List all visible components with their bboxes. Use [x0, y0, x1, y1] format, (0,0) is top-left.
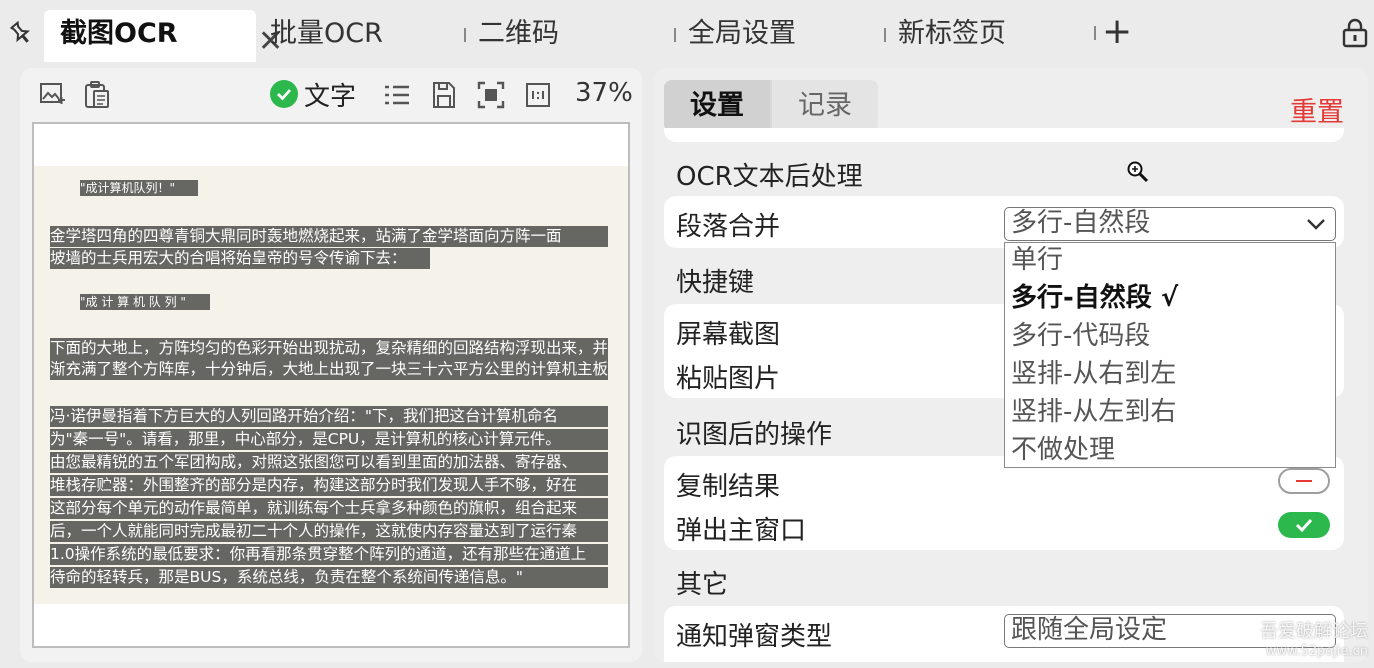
watermark: 吾爱破解论坛 www.52pojie.cn [1260, 622, 1368, 662]
tab-new-tab[interactable]: 新标签页 [884, 10, 1006, 62]
list-icon[interactable] [382, 80, 412, 110]
ocr-text-block[interactable]: 由您最精锐的五个军团构成，对照这张图您可以看到里面的加法器、寄存器、 [50, 452, 608, 473]
watermark-url: www.52pojie.cn [1265, 644, 1368, 659]
tab-screenshot-ocr[interactable]: 截图OCR ✕ [44, 10, 283, 62]
copy-result-label: 复制结果 [676, 472, 781, 502]
section-title: 快捷键 [676, 268, 755, 298]
reset-button[interactable]: 重置 [1290, 90, 1344, 129]
select-value: 多行-自然段 [1011, 208, 1151, 238]
tab-label: 全局设置 [688, 18, 796, 49]
dropdown-option[interactable]: 不做处理 [1011, 431, 1115, 469]
plus-icon: + [1102, 11, 1133, 52]
text-mode-label: 文字 [304, 81, 357, 112]
ocr-text-block[interactable]: 坡墙的士兵用宏大的合唱将始皇帝的号令传谕下去： [50, 248, 430, 269]
add-tab-button[interactable]: + [1094, 14, 1132, 52]
tab-qrcode[interactable]: 二维码 [464, 10, 559, 62]
tab-history[interactable]: 记录 [772, 80, 878, 132]
copy-result-switch[interactable] [1278, 468, 1330, 494]
paragraph-merge-select[interactable]: 多行-自然段 [1004, 207, 1336, 241]
fit-screen-icon[interactable] [476, 80, 506, 110]
settings-segmented-control: 设置 记录 [664, 80, 878, 132]
select-value: 跟随全局设定 [1011, 615, 1168, 645]
ocr-text-block[interactable]: 后，一个人就能同时完成最初二十个人的操作，这就使内存容量达到了运行秦 [50, 521, 608, 542]
ocr-text-block[interactable]: 冯·诺伊曼指着下方巨大的人列回路开始介绍："下，我们把这台计算机命名 [50, 406, 608, 427]
image-panel: 文字 37% "成计算机队列！" 金学塔四角的四尊青铜大鼎同时轰地燃烧起来，站满… [20, 68, 642, 662]
tab-global-settings[interactable]: 全局设置 [674, 10, 796, 62]
tab-label: 二维码 [478, 18, 559, 49]
section-title: 其它 [676, 570, 729, 600]
tab-label: 截图OCR [60, 18, 178, 49]
dropdown-option[interactable]: 多行-自然段 √ [1011, 279, 1178, 317]
ocr-text-block[interactable]: 金学塔四角的四尊青铜大鼎同时轰地燃烧起来，站满了金学塔面向方阵一面 [50, 226, 608, 247]
ocr-text-block[interactable]: 下面的大地上，方阵均匀的色彩开始出现扰动，复杂精细的回路结构浮现出来，并渐 [50, 338, 608, 359]
ocr-text-block[interactable]: 渐充满了整个方阵库，十分钟后，大地上出现了一块三十六平方公里的计算机主板。 [50, 359, 608, 380]
settings-card: 复制结果 弹出主窗口 [664, 456, 1344, 550]
dropdown-option[interactable]: 单行 [1011, 241, 1063, 279]
ocr-text-block[interactable]: 待命的轻转兵，那是BUS，系统总线，负责在整个系统间传递信息。" [50, 567, 608, 588]
section-title: OCR文本后处理 [676, 162, 863, 192]
text-mode-toggle[interactable]: 文字 [270, 78, 357, 112]
settings-card [664, 128, 1344, 142]
check-circle-icon [270, 80, 298, 108]
clipboard-icon[interactable] [82, 80, 112, 110]
ocr-text-block[interactable]: 为"秦一号"。请看，那里，中心部分，是CPU，是计算机的核心计算元件。 [50, 429, 608, 450]
dropdown-option[interactable]: 竖排-从右到左 [1011, 355, 1176, 393]
ocr-text-block[interactable]: "成 计 算 机 队 列 " [80, 294, 210, 310]
tab-batch-ocr[interactable]: 批量OCR [270, 10, 383, 62]
tab-bar: 截图OCR ✕ 批量OCR 二维码 全局设置 新标签页 + [0, 0, 1374, 62]
image-icon[interactable] [38, 80, 66, 110]
save-icon[interactable] [430, 80, 458, 110]
ocr-text-block[interactable]: 堆栈存贮器：外围整齐的部分是内存，构建这部分时我们发现人手不够，好在 [50, 475, 608, 496]
popup-main-window-switch[interactable] [1278, 512, 1330, 538]
lock-icon[interactable] [1340, 18, 1370, 48]
zoom-in-cursor-icon [1126, 160, 1150, 184]
notify-type-label: 通知弹窗类型 [676, 622, 833, 652]
dropdown-option[interactable]: 竖排-从左到右 [1011, 393, 1176, 431]
ocr-text-block[interactable]: 1.0操作系统的最低要求：你再看那条贯穿整个阵列的通道，还有那些在通道上 [50, 544, 608, 565]
settings-panel: 设置 记录 重置 OCR文本后处理 段落合并 多行-自然段 快捷键 屏幕截图 粘… [654, 68, 1368, 662]
paste-image-hotkey-label: 粘贴图片 [676, 364, 781, 394]
section-title: 识图后的操作 [676, 420, 833, 450]
popup-main-window-label: 弹出主窗口 [676, 516, 807, 546]
zoom-level: 37% [575, 78, 633, 108]
image-canvas[interactable]: "成计算机队列！" 金学塔四角的四尊青铜大鼎同时轰地燃烧起来，站满了金学塔面向方… [32, 122, 630, 648]
paragraph-merge-label: 段落合并 [676, 212, 781, 242]
tab-settings[interactable]: 设置 [664, 80, 770, 132]
tab-label: 批量OCR [270, 18, 383, 49]
pin-icon[interactable] [8, 20, 34, 46]
ocr-text-block[interactable]: "成计算机队列！" [80, 180, 198, 196]
screenshot-hotkey-label: 屏幕截图 [676, 320, 781, 350]
watermark-title: 吾爱破解论坛 [1260, 621, 1368, 642]
paragraph-merge-dropdown: 单行 多行-自然段 √ 多行-代码段 竖排-从右到左 竖排-从左到右 不做处理 [1004, 242, 1336, 468]
ocr-text-block[interactable]: 这部分每个单元的动作最简单，就训练每个士兵拿多种颜色的旗帜，组合起来 [50, 498, 608, 519]
dropdown-option[interactable]: 多行-代码段 [1011, 317, 1150, 355]
tab-label: 新标签页 [898, 18, 1006, 49]
actual-size-icon[interactable] [524, 80, 552, 110]
chevron-down-icon [1305, 212, 1327, 234]
